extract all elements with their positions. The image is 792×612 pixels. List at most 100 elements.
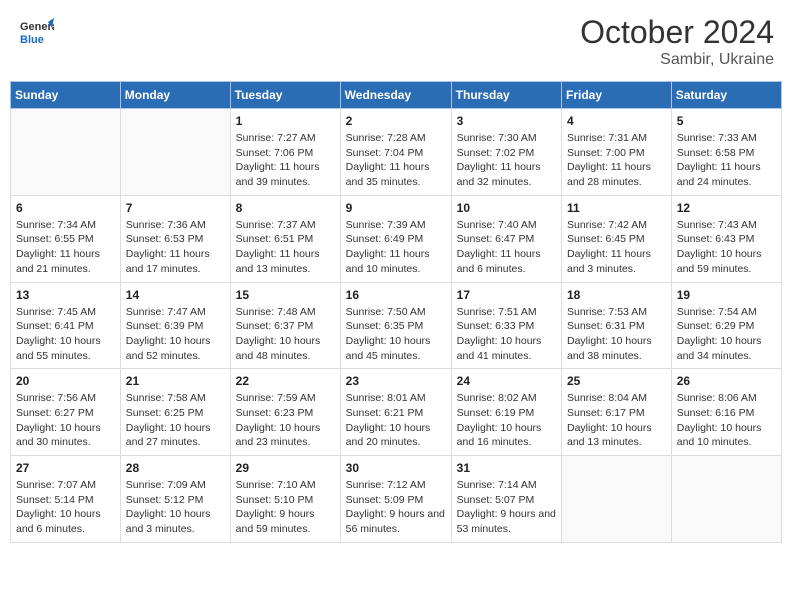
calendar-table: SundayMondayTuesdayWednesdayThursdayFrid… bbox=[10, 81, 782, 543]
day-info: Sunrise: 8:04 AMSunset: 6:17 PMDaylight:… bbox=[567, 391, 666, 450]
day-number: 24 bbox=[457, 374, 556, 388]
day-number: 31 bbox=[457, 461, 556, 475]
day-info: Sunrise: 8:01 AMSunset: 6:21 PMDaylight:… bbox=[346, 391, 446, 450]
calendar-cell: 10 Sunrise: 7:40 AMSunset: 6:47 PMDayligh… bbox=[451, 195, 561, 282]
day-number: 26 bbox=[677, 374, 776, 388]
day-number: 4 bbox=[567, 114, 666, 128]
day-number: 7 bbox=[126, 201, 225, 215]
day-number: 17 bbox=[457, 288, 556, 302]
calendar-cell: 30 Sunrise: 7:12 AMSunset: 5:09 PMDayligh… bbox=[340, 456, 451, 543]
day-info: Sunrise: 7:39 AMSunset: 6:49 PMDaylight:… bbox=[346, 218, 446, 277]
day-info: Sunrise: 7:07 AMSunset: 5:14 PMDaylight:… bbox=[16, 478, 115, 537]
calendar-cell bbox=[562, 456, 672, 543]
day-info: Sunrise: 7:10 AMSunset: 5:10 PMDaylight:… bbox=[236, 478, 335, 537]
calendar-cell: 20 Sunrise: 7:56 AMSunset: 6:27 PMDayligh… bbox=[11, 369, 121, 456]
day-info: Sunrise: 7:59 AMSunset: 6:23 PMDaylight:… bbox=[236, 391, 335, 450]
day-info: Sunrise: 7:33 AMSunset: 6:58 PMDaylight:… bbox=[677, 131, 776, 190]
day-info: Sunrise: 7:42 AMSunset: 6:45 PMDaylight:… bbox=[567, 218, 666, 277]
calendar-cell: 19 Sunrise: 7:54 AMSunset: 6:29 PMDayligh… bbox=[671, 282, 781, 369]
day-info: Sunrise: 7:30 AMSunset: 7:02 PMDaylight:… bbox=[457, 131, 556, 190]
week-row-4: 20 Sunrise: 7:56 AMSunset: 6:27 PMDayligh… bbox=[11, 369, 782, 456]
weekday-header-wednesday: Wednesday bbox=[340, 82, 451, 109]
logo-icon: General Blue bbox=[18, 14, 54, 50]
day-info: Sunrise: 7:45 AMSunset: 6:41 PMDaylight:… bbox=[16, 305, 115, 364]
day-number: 27 bbox=[16, 461, 115, 475]
day-number: 10 bbox=[457, 201, 556, 215]
weekday-header-thursday: Thursday bbox=[451, 82, 561, 109]
calendar-cell bbox=[671, 456, 781, 543]
day-info: Sunrise: 7:51 AMSunset: 6:33 PMDaylight:… bbox=[457, 305, 556, 364]
day-info: Sunrise: 8:02 AMSunset: 6:19 PMDaylight:… bbox=[457, 391, 556, 450]
calendar-cell: 18 Sunrise: 7:53 AMSunset: 6:31 PMDayligh… bbox=[562, 282, 672, 369]
day-info: Sunrise: 7:47 AMSunset: 6:39 PMDaylight:… bbox=[126, 305, 225, 364]
day-number: 14 bbox=[126, 288, 225, 302]
day-info: Sunrise: 7:58 AMSunset: 6:25 PMDaylight:… bbox=[126, 391, 225, 450]
location-title: Sambir, Ukraine bbox=[580, 51, 774, 69]
day-info: Sunrise: 7:40 AMSunset: 6:47 PMDaylight:… bbox=[457, 218, 556, 277]
day-number: 21 bbox=[126, 374, 225, 388]
calendar-cell: 7 Sunrise: 7:36 AMSunset: 6:53 PMDaylight… bbox=[120, 195, 230, 282]
day-info: Sunrise: 7:12 AMSunset: 5:09 PMDaylight:… bbox=[346, 478, 446, 537]
calendar-cell: 31 Sunrise: 7:14 AMSunset: 5:07 PMDayligh… bbox=[451, 456, 561, 543]
calendar-cell: 25Sunrise: 8:04 AMSunset: 6:17 PMDayligh… bbox=[562, 369, 672, 456]
title-area: October 2024 Sambir, Ukraine bbox=[580, 14, 774, 69]
day-number: 23 bbox=[346, 374, 446, 388]
month-title: October 2024 bbox=[580, 14, 774, 51]
calendar-cell: 13Sunrise: 7:45 AMSunset: 6:41 PMDayligh… bbox=[11, 282, 121, 369]
day-number: 19 bbox=[677, 288, 776, 302]
calendar-cell: 6Sunrise: 7:34 AMSunset: 6:55 PMDaylight… bbox=[11, 195, 121, 282]
day-info: Sunrise: 7:31 AMSunset: 7:00 PMDaylight:… bbox=[567, 131, 666, 190]
day-info: Sunrise: 7:56 AMSunset: 6:27 PMDaylight:… bbox=[16, 391, 115, 450]
weekday-header-friday: Friday bbox=[562, 82, 672, 109]
calendar-cell: 15Sunrise: 7:48 AMSunset: 6:37 PMDayligh… bbox=[230, 282, 340, 369]
day-number: 3 bbox=[457, 114, 556, 128]
calendar-cell: 24 Sunrise: 8:02 AMSunset: 6:19 PMDayligh… bbox=[451, 369, 561, 456]
weekday-header-monday: Monday bbox=[120, 82, 230, 109]
calendar-cell: 11 Sunrise: 7:42 AMSunset: 6:45 PMDayligh… bbox=[562, 195, 672, 282]
week-row-5: 27 Sunrise: 7:07 AMSunset: 5:14 PMDayligh… bbox=[11, 456, 782, 543]
calendar-cell: 23 Sunrise: 8:01 AMSunset: 6:21 PMDayligh… bbox=[340, 369, 451, 456]
day-number: 16 bbox=[346, 288, 446, 302]
day-info: Sunrise: 7:14 AMSunset: 5:07 PMDaylight:… bbox=[457, 478, 556, 537]
day-number: 22 bbox=[236, 374, 335, 388]
calendar-cell: 5 Sunrise: 7:33 AMSunset: 6:58 PMDaylight… bbox=[671, 109, 781, 196]
day-number: 18 bbox=[567, 288, 666, 302]
calendar-cell: 17 Sunrise: 7:51 AMSunset: 6:33 PMDayligh… bbox=[451, 282, 561, 369]
calendar-cell: 14 Sunrise: 7:47 AMSunset: 6:39 PMDayligh… bbox=[120, 282, 230, 369]
day-number: 5 bbox=[677, 114, 776, 128]
day-info: Sunrise: 7:36 AMSunset: 6:53 PMDaylight:… bbox=[126, 218, 225, 277]
calendar-cell: 26 Sunrise: 8:06 AMSunset: 6:16 PMDayligh… bbox=[671, 369, 781, 456]
day-info: Sunrise: 8:06 AMSunset: 6:16 PMDaylight:… bbox=[677, 391, 776, 450]
calendar-cell: 28Sunrise: 7:09 AMSunset: 5:12 PMDayligh… bbox=[120, 456, 230, 543]
day-number: 30 bbox=[346, 461, 446, 475]
calendar-cell: 8Sunrise: 7:37 AMSunset: 6:51 PMDaylight… bbox=[230, 195, 340, 282]
day-number: 1 bbox=[236, 114, 335, 128]
week-row-2: 6Sunrise: 7:34 AMSunset: 6:55 PMDaylight… bbox=[11, 195, 782, 282]
calendar-cell: 9 Sunrise: 7:39 AMSunset: 6:49 PMDaylight… bbox=[340, 195, 451, 282]
day-info: Sunrise: 7:53 AMSunset: 6:31 PMDaylight:… bbox=[567, 305, 666, 364]
calendar-cell: 4 Sunrise: 7:31 AMSunset: 7:00 PMDaylight… bbox=[562, 109, 672, 196]
week-row-3: 13Sunrise: 7:45 AMSunset: 6:41 PMDayligh… bbox=[11, 282, 782, 369]
week-row-1: 1 Sunrise: 7:27 AMSunset: 7:06 PMDaylight… bbox=[11, 109, 782, 196]
day-info: Sunrise: 7:34 AMSunset: 6:55 PMDaylight:… bbox=[16, 218, 115, 277]
day-info: Sunrise: 7:43 AMSunset: 6:43 PMDaylight:… bbox=[677, 218, 776, 277]
day-number: 20 bbox=[16, 374, 115, 388]
calendar-cell bbox=[11, 109, 121, 196]
calendar-cell: 22 Sunrise: 7:59 AMSunset: 6:23 PMDayligh… bbox=[230, 369, 340, 456]
day-info: Sunrise: 7:28 AMSunset: 7:04 PMDaylight:… bbox=[346, 131, 446, 190]
day-info: Sunrise: 7:54 AMSunset: 6:29 PMDaylight:… bbox=[677, 305, 776, 364]
day-info: Sunrise: 7:48 AMSunset: 6:37 PMDaylight:… bbox=[236, 305, 335, 364]
day-number: 11 bbox=[567, 201, 666, 215]
svg-text:Blue: Blue bbox=[20, 34, 44, 46]
weekday-header-tuesday: Tuesday bbox=[230, 82, 340, 109]
day-number: 9 bbox=[346, 201, 446, 215]
day-number: 29 bbox=[236, 461, 335, 475]
day-info: Sunrise: 7:50 AMSunset: 6:35 PMDaylight:… bbox=[346, 305, 446, 364]
calendar-cell: 12Sunrise: 7:43 AMSunset: 6:43 PMDayligh… bbox=[671, 195, 781, 282]
calendar-cell bbox=[120, 109, 230, 196]
day-number: 28 bbox=[126, 461, 225, 475]
weekday-header-sunday: Sunday bbox=[11, 82, 121, 109]
day-info: Sunrise: 7:37 AMSunset: 6:51 PMDaylight:… bbox=[236, 218, 335, 277]
logo: General Blue bbox=[18, 14, 54, 50]
day-info: Sunrise: 7:27 AMSunset: 7:06 PMDaylight:… bbox=[236, 131, 335, 190]
